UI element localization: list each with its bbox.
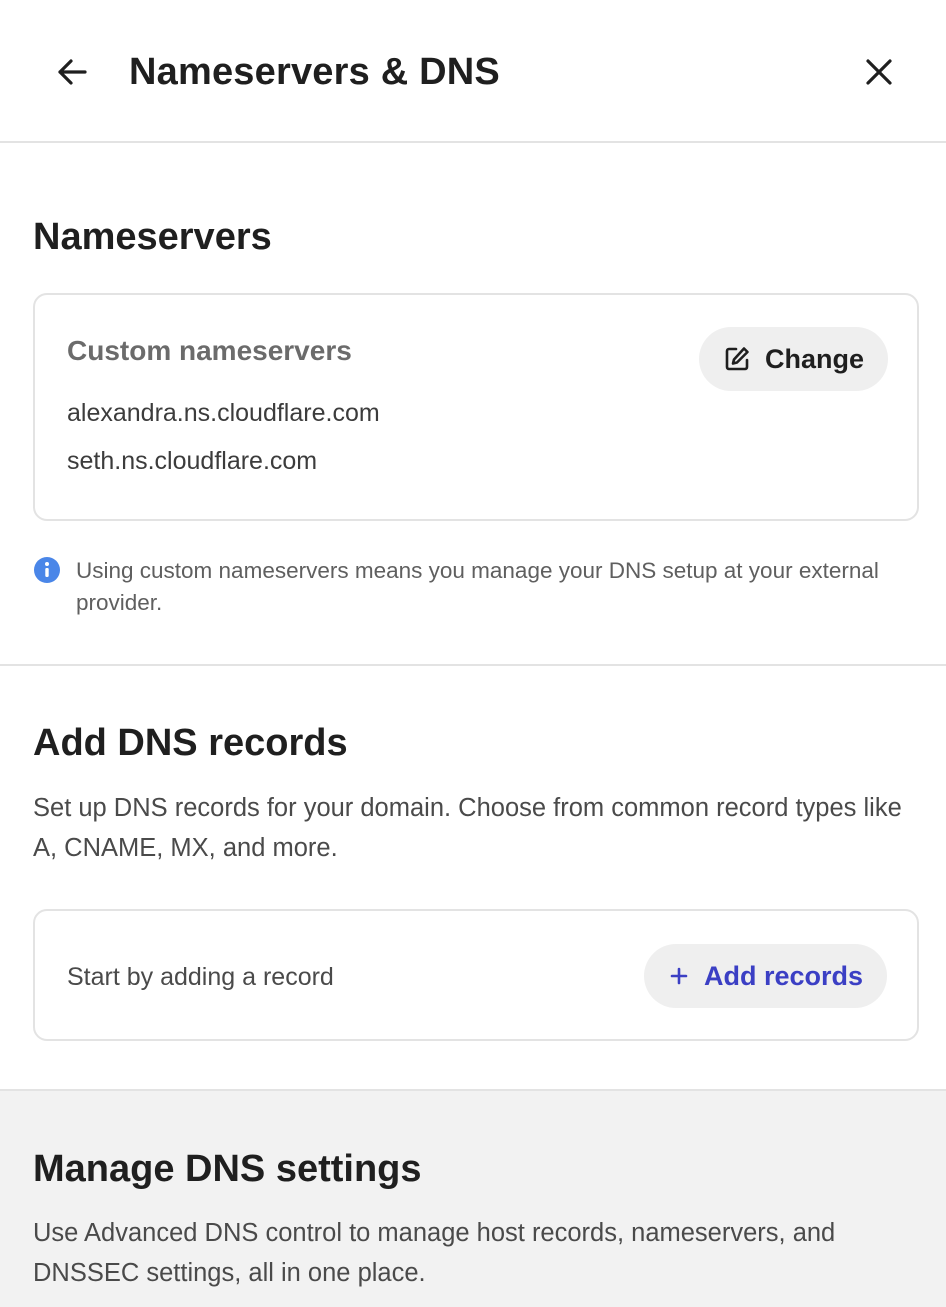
page-title: Nameservers & DNS — [129, 51, 500, 93]
edit-icon — [725, 347, 749, 371]
back-button[interactable] — [46, 46, 98, 98]
add-records-button[interactable]: Add records — [644, 944, 888, 1008]
plus-icon — [670, 967, 688, 985]
nameserver-item: seth.ns.cloudflare.com — [67, 447, 318, 475]
manage-dns-section: Manage DNS settings Use Advanced DNS con… — [0, 1089, 946, 1307]
close-icon — [866, 59, 892, 85]
manage-description: Use Advanced DNS control to manage host … — [33, 1219, 836, 1287]
section-divider — [0, 664, 946, 666]
add-records-card: Start by adding a record Add records — [33, 909, 919, 1041]
custom-nameservers-card: Custom nameservers alexandra.ns.cloudfla… — [33, 293, 919, 521]
add-records-label: Add records — [704, 961, 864, 991]
empty-state-text: Start by adding a record — [67, 963, 334, 991]
add-records-section-title: Add DNS records — [33, 722, 348, 764]
arrow-left-icon — [58, 59, 87, 85]
nameserver-item: alexandra.ns.cloudflare.com — [67, 399, 380, 427]
add-records-description: Set up DNS records for your domain. Choo… — [33, 794, 902, 862]
card-heading: Custom nameservers — [67, 335, 352, 366]
change-label: Change — [765, 344, 865, 374]
change-button[interactable]: Change — [699, 327, 889, 391]
info-icon — [34, 557, 60, 583]
info-text: Using custom nameservers means you manag… — [76, 558, 879, 615]
nameservers-section-title: Nameservers — [33, 216, 272, 258]
manage-section-title: Manage DNS settings — [33, 1148, 422, 1190]
dialog-header: Nameservers & DNS — [0, 0, 946, 143]
close-button[interactable] — [853, 46, 905, 98]
